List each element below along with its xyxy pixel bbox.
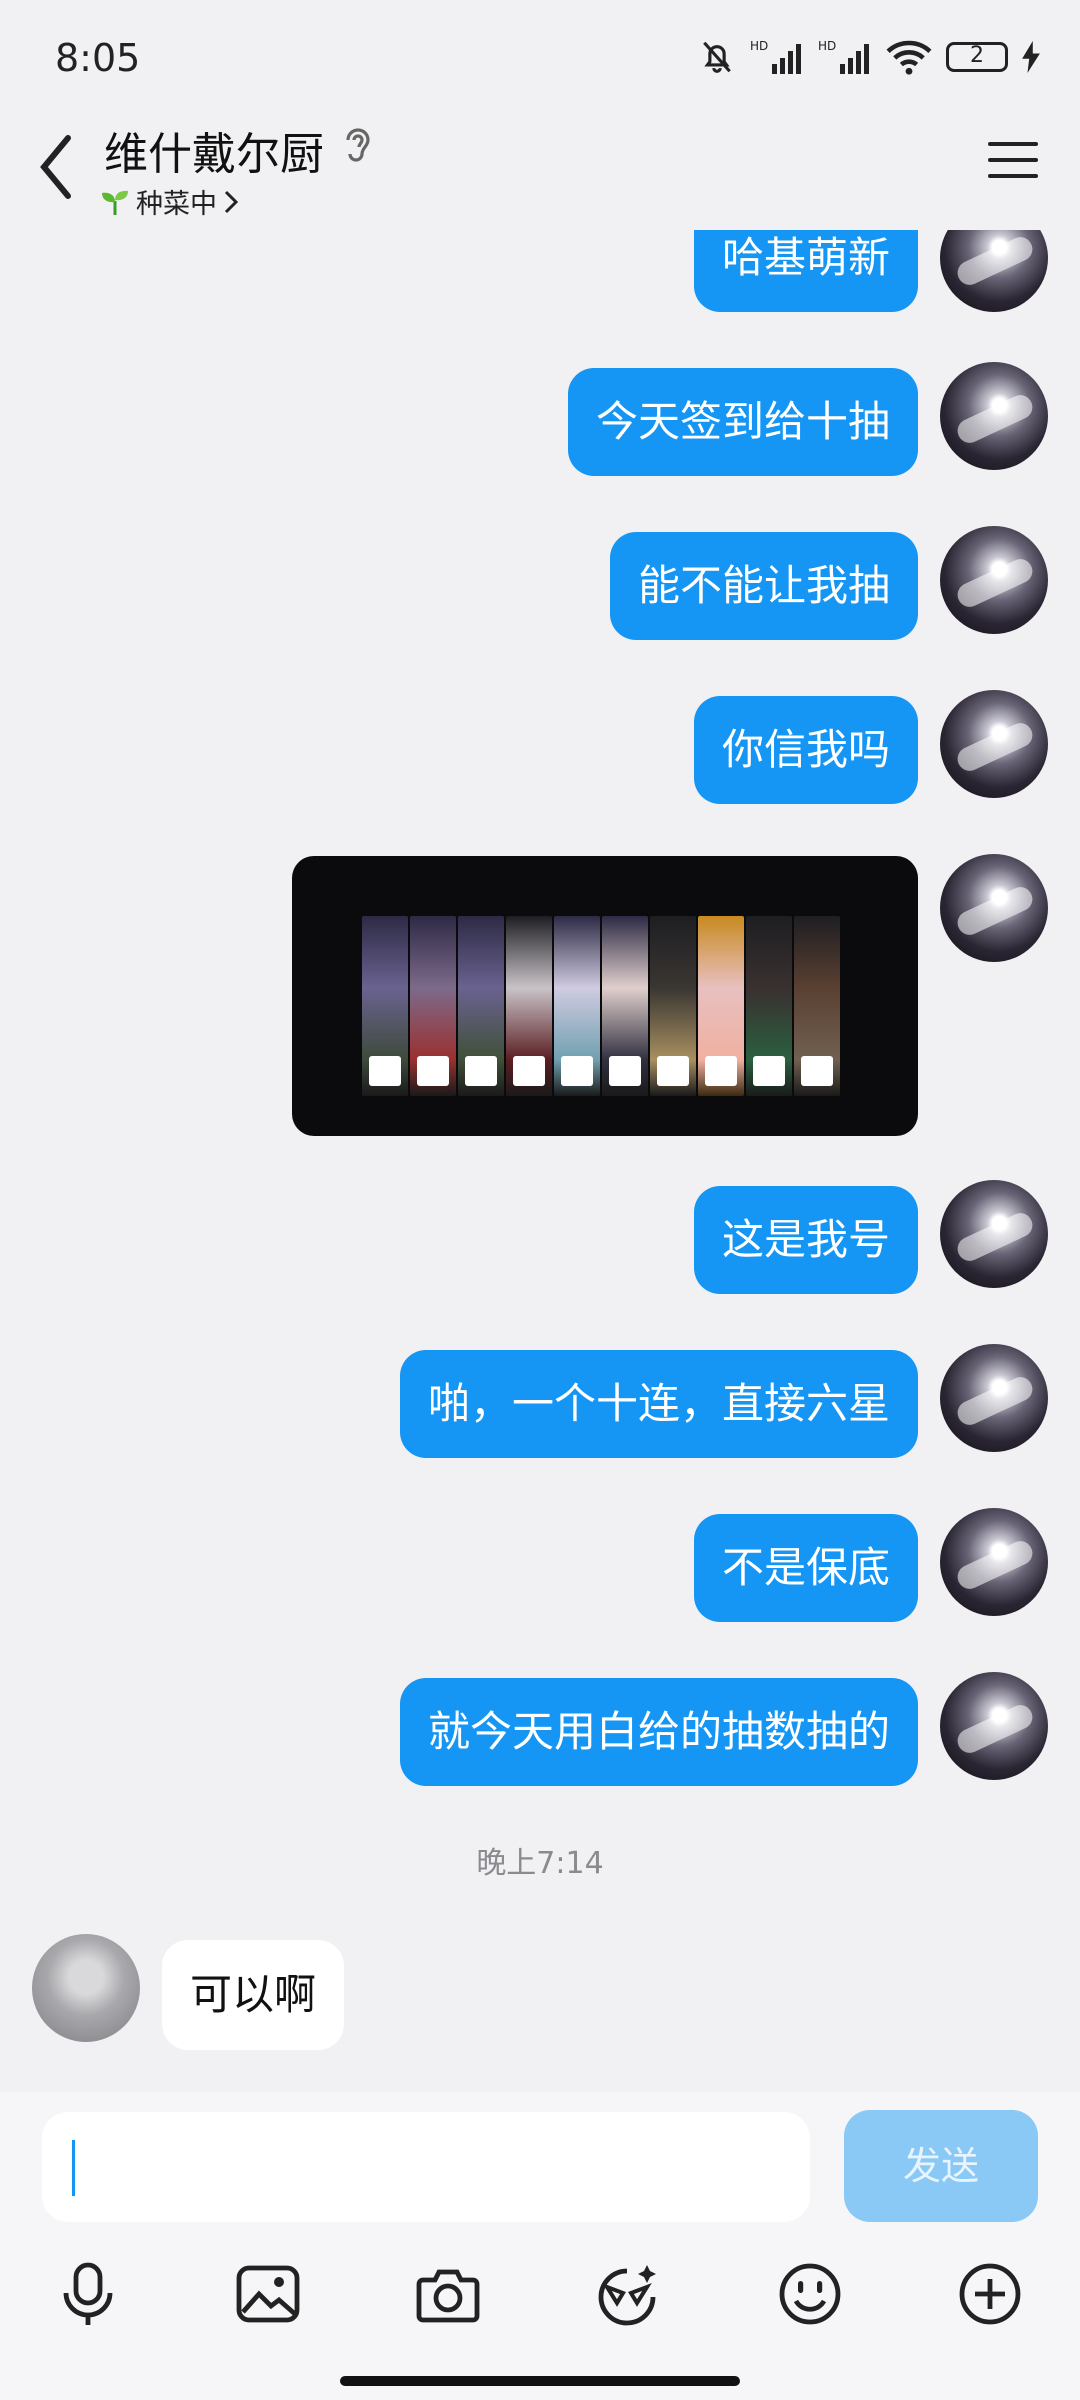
menu-icon[interactable] <box>986 140 1040 180</box>
bell-muted-icon <box>703 41 731 73</box>
message-bubble[interactable]: 就今天用白给的抽数抽的 <box>399 1678 918 1786</box>
status-text: 种菜中 <box>136 189 217 220</box>
message-bubble[interactable]: 不是保底 <box>693 1514 918 1622</box>
home-indicator[interactable] <box>340 2376 740 2386</box>
chevron-right-icon <box>224 190 239 213</box>
incoming-message-bubble[interactable]: 可以啊 <box>162 1940 345 2050</box>
image-icon[interactable] <box>228 2254 308 2334</box>
my-avatar[interactable] <box>940 362 1048 470</box>
message-bubble[interactable]: 这是我号 <box>693 1186 918 1294</box>
message-timestamp: 晚上7:14 <box>476 1846 604 1881</box>
sprout-icon <box>102 190 128 215</box>
operator-card <box>650 916 696 1096</box>
plus-icon[interactable] <box>950 2254 1030 2334</box>
composer-toolbar <box>0 2254 1080 2344</box>
svg-text:HD: HD <box>818 39 836 53</box>
operator-card <box>746 916 792 1096</box>
contact-avatar[interactable] <box>32 1934 140 2042</box>
battery-icon: 2 <box>946 42 1008 72</box>
send-button[interactable]: 发送 <box>844 2110 1038 2222</box>
ear-icon[interactable] <box>342 126 372 166</box>
message-bubble[interactable]: 能不能让我抽 <box>609 532 918 640</box>
svg-text:HD: HD <box>750 39 768 53</box>
microphone-icon[interactable] <box>48 2254 128 2334</box>
operator-card <box>458 916 504 1096</box>
signal-icon: HD <box>750 39 801 74</box>
gacha-result-image[interactable] <box>292 856 918 1136</box>
operator-card <box>794 916 840 1096</box>
operator-card <box>362 916 408 1096</box>
composer: 发送 <box>0 2092 1080 2400</box>
character-row <box>362 916 840 1096</box>
my-avatar[interactable] <box>940 854 1048 962</box>
emoji-icon[interactable] <box>770 2254 850 2334</box>
message-input[interactable] <box>42 2112 810 2222</box>
clock: 8:05 <box>55 36 141 80</box>
my-avatar[interactable] <box>940 1672 1048 1780</box>
my-avatar[interactable] <box>940 690 1048 798</box>
my-avatar[interactable] <box>940 1508 1048 1616</box>
operator-card <box>602 916 648 1096</box>
camera-icon[interactable] <box>408 2254 488 2334</box>
wifi-icon <box>886 40 932 75</box>
operator-card <box>554 916 600 1096</box>
status-icons: HD HD 2 <box>698 38 1040 76</box>
message-bubble[interactable]: 啪，一个十连，直接六星 <box>399 1350 918 1458</box>
back-icon[interactable] <box>36 132 76 202</box>
operator-card <box>506 916 552 1096</box>
message-bubble[interactable]: 你信我吗 <box>693 696 918 804</box>
my-avatar[interactable] <box>940 230 1048 312</box>
message-bubble[interactable]: 今天签到给十抽 <box>567 368 918 476</box>
my-avatar[interactable] <box>940 1344 1048 1452</box>
my-avatar[interactable] <box>940 1180 1048 1288</box>
my-avatar[interactable] <box>940 526 1048 634</box>
signal-icon-2: HD <box>818 39 869 74</box>
message-bubble[interactable]: 哈基萌新 <box>693 230 918 312</box>
sticker-icon[interactable] <box>588 2254 668 2334</box>
status-bar: 8:05 HD HD 2 <box>0 0 1080 110</box>
status-line[interactable]: 种菜中 <box>100 182 239 221</box>
chat-title[interactable]: 维什戴尔厨 <box>104 118 324 182</box>
chat-area[interactable]: 哈基萌新 今天签到给十抽 能不能让我抽 你信我吗 这是我号 啪，一个十连，直接六… <box>0 230 1080 2090</box>
operator-card <box>410 916 456 1096</box>
operator-card <box>698 916 744 1096</box>
text-caret <box>72 2140 75 2196</box>
chat-header: 维什戴尔厨 种菜中 <box>0 110 1080 230</box>
charging-icon <box>1022 41 1040 73</box>
